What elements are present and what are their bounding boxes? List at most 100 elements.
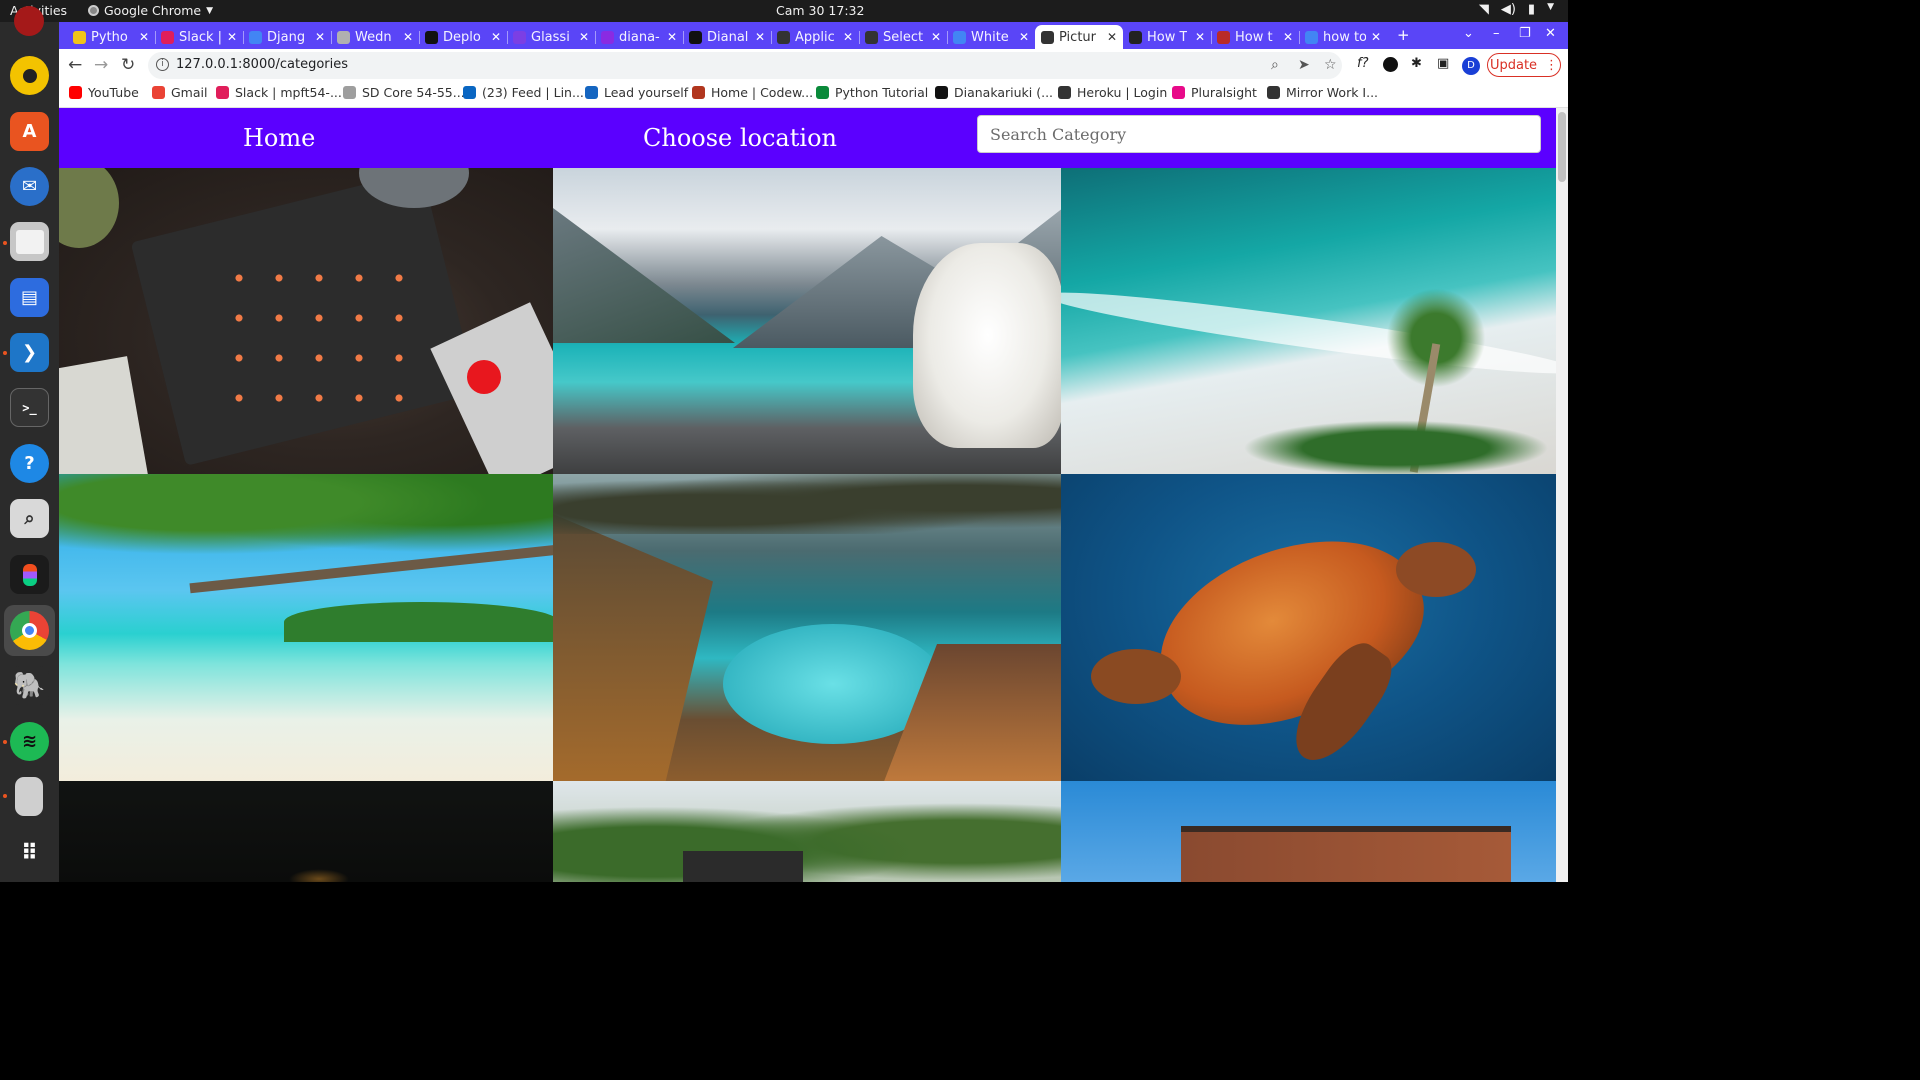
- address-url[interactable]: 127.0.0.1:8000/categories: [176, 57, 348, 72]
- bookmark-item[interactable]: Home | Codew...: [692, 85, 813, 100]
- figma-icon[interactable]: [10, 555, 49, 594]
- scroll-thumb[interactable]: [1558, 112, 1566, 182]
- tab-close-icon[interactable]: ✕: [227, 30, 237, 44]
- tab-close-icon[interactable]: ✕: [667, 30, 677, 44]
- forward-arrow-icon[interactable]: →: [94, 55, 108, 75]
- formula-extension-icon[interactable]: f?: [1357, 56, 1368, 71]
- nav-home-link[interactable]: Home: [243, 124, 315, 152]
- bookmark-item[interactable]: Gmail: [152, 85, 207, 100]
- tropical-beach-photo[interactable]: [59, 474, 553, 781]
- tab-close-icon[interactable]: ✕: [579, 30, 589, 44]
- tab-close-icon[interactable]: ✕: [843, 30, 853, 44]
- browser-tab[interactable]: Glassi ✕: [507, 25, 595, 49]
- browser-tab[interactable]: Pictur ✕: [1035, 25, 1123, 49]
- window-close-icon[interactable]: ✕: [1545, 26, 1556, 41]
- dog-lake-photo[interactable]: [553, 168, 1061, 474]
- clock[interactable]: Cam 30 17:32: [776, 3, 864, 18]
- tab-close-icon[interactable]: ✕: [491, 30, 501, 44]
- building-photo[interactable]: [1061, 781, 1556, 882]
- bookmark-item[interactable]: Lead yourself: [585, 85, 688, 100]
- minimize-icon[interactable]: –: [1493, 26, 1500, 41]
- terminal-icon[interactable]: >_: [10, 388, 49, 427]
- bookmark-item[interactable]: SD Core 54-55...: [343, 85, 465, 100]
- tab-title: Dianal: [707, 29, 749, 45]
- browser-tab[interactable]: Dianal ✕: [683, 25, 771, 49]
- bookmark-item[interactable]: Dianakariuki (...: [935, 85, 1053, 100]
- page-scrollbar[interactable]: [1556, 108, 1568, 882]
- help-icon[interactable]: ?: [10, 444, 49, 483]
- coastal-cove-photo[interactable]: [553, 474, 1061, 781]
- files-icon[interactable]: [10, 222, 49, 261]
- browser-tab[interactable]: Slack | ✕: [155, 25, 243, 49]
- thunderbird-icon[interactable]: ✉: [10, 167, 49, 206]
- bookmark-item[interactable]: YouTube: [69, 85, 139, 100]
- tab-close-icon[interactable]: ✕: [403, 30, 413, 44]
- spotify-icon[interactable]: ≋: [10, 722, 49, 761]
- back-arrow-icon[interactable]: ←: [68, 55, 82, 75]
- sea-turtle-photo[interactable]: [1061, 474, 1556, 781]
- record-app-icon[interactable]: [14, 6, 44, 36]
- bookmark-item[interactable]: Pluralsight: [1172, 85, 1257, 100]
- browser-tab[interactable]: Djang ✕: [243, 25, 331, 49]
- rhythmbox-icon[interactable]: [10, 56, 49, 95]
- browser-tab[interactable]: Pytho ✕: [67, 25, 155, 49]
- tab-close-icon[interactable]: ✕: [139, 30, 149, 44]
- tab-close-icon[interactable]: ✕: [1283, 30, 1293, 44]
- browser-tab[interactable]: Wedn ✕: [331, 25, 419, 49]
- tab-title: diana-: [619, 29, 660, 45]
- tab-search-chevron-icon[interactable]: ⌄: [1463, 26, 1474, 41]
- browser-tab[interactable]: Applic ✕: [771, 25, 859, 49]
- show-apps-grid-icon[interactable]: ⠿: [10, 834, 49, 873]
- browser-tab[interactable]: how to ✕: [1299, 25, 1387, 49]
- browser-tab[interactable]: White ✕: [947, 25, 1035, 49]
- bookmark-item[interactable]: Slack | mpft54-...: [216, 85, 342, 100]
- bookmark-item[interactable]: Python Tutorial: [816, 85, 928, 100]
- tab-close-icon[interactable]: ✕: [1371, 30, 1381, 44]
- browser-tab[interactable]: Deplo ✕: [419, 25, 507, 49]
- tab-title: Glassi: [531, 29, 570, 45]
- tab-close-icon[interactable]: ✕: [755, 30, 765, 44]
- extension-avatar-icon[interactable]: [1383, 57, 1398, 72]
- tab-close-icon[interactable]: ✕: [315, 30, 325, 44]
- browser-tab[interactable]: How t ✕: [1211, 25, 1299, 49]
- system-tray[interactable]: ◥ ◀) ▮ ▼: [1479, 2, 1554, 17]
- extensions-puzzle-icon[interactable]: ✱: [1411, 56, 1422, 71]
- search-category-input[interactable]: [977, 115, 1541, 153]
- update-button[interactable]: Update ⋮: [1487, 53, 1561, 77]
- bookmark-favicon-icon: [1172, 86, 1185, 99]
- app-menu[interactable]: Google Chrome ▼: [88, 3, 213, 18]
- tab-close-icon[interactable]: ✕: [931, 30, 941, 44]
- vscode-icon[interactable]: ❯: [10, 333, 49, 372]
- side-panel-icon[interactable]: ▣: [1437, 56, 1449, 71]
- sushi-photo[interactable]: [59, 168, 553, 474]
- tab-close-icon[interactable]: ✕: [1195, 30, 1205, 44]
- document-viewer-icon[interactable]: ▤: [10, 278, 49, 317]
- site-info-icon[interactable]: i: [156, 58, 169, 71]
- dark-photo[interactable]: [59, 781, 553, 882]
- tab-close-icon[interactable]: ✕: [1019, 30, 1029, 44]
- turtle-shell: [1134, 504, 1448, 759]
- browser-tab[interactable]: Select ✕: [859, 25, 947, 49]
- software-center-icon[interactable]: A: [10, 112, 49, 151]
- chrome-icon[interactable]: [10, 611, 49, 650]
- profile-avatar[interactable]: D: [1462, 57, 1480, 75]
- nav-choose-location-link[interactable]: Choose location: [643, 124, 837, 152]
- new-tab-plus-icon[interactable]: +: [1397, 26, 1410, 44]
- bookmark-item[interactable]: Mirror Work I...: [1267, 85, 1378, 100]
- beach-aerial-photo[interactable]: [1061, 168, 1556, 474]
- browser-tab[interactable]: diana- ✕: [595, 25, 683, 49]
- bookmark-item[interactable]: Heroku | Login: [1058, 85, 1167, 100]
- trees-photo[interactable]: [553, 781, 1061, 882]
- bookmark-star-icon[interactable]: ☆: [1324, 57, 1337, 73]
- tab-close-icon[interactable]: ✕: [1107, 30, 1117, 44]
- screenshot-magnifier-icon[interactable]: ⌕: [10, 499, 49, 538]
- zoom-icon[interactable]: ⌕: [1271, 57, 1279, 73]
- pgadmin-elephant-icon[interactable]: 🐘: [10, 666, 49, 705]
- bookmark-item[interactable]: (23) Feed | Lin...: [463, 85, 584, 100]
- browser-tab[interactable]: How T ✕: [1123, 25, 1211, 49]
- archive-manager-icon[interactable]: [15, 777, 43, 816]
- send-tab-icon[interactable]: ➤: [1298, 57, 1310, 73]
- restore-icon[interactable]: ❐: [1519, 26, 1531, 41]
- address-bar[interactable]: i 127.0.0.1:8000/categories ⌕ ➤ ☆: [148, 52, 1342, 79]
- reload-icon[interactable]: ↻: [121, 55, 135, 75]
